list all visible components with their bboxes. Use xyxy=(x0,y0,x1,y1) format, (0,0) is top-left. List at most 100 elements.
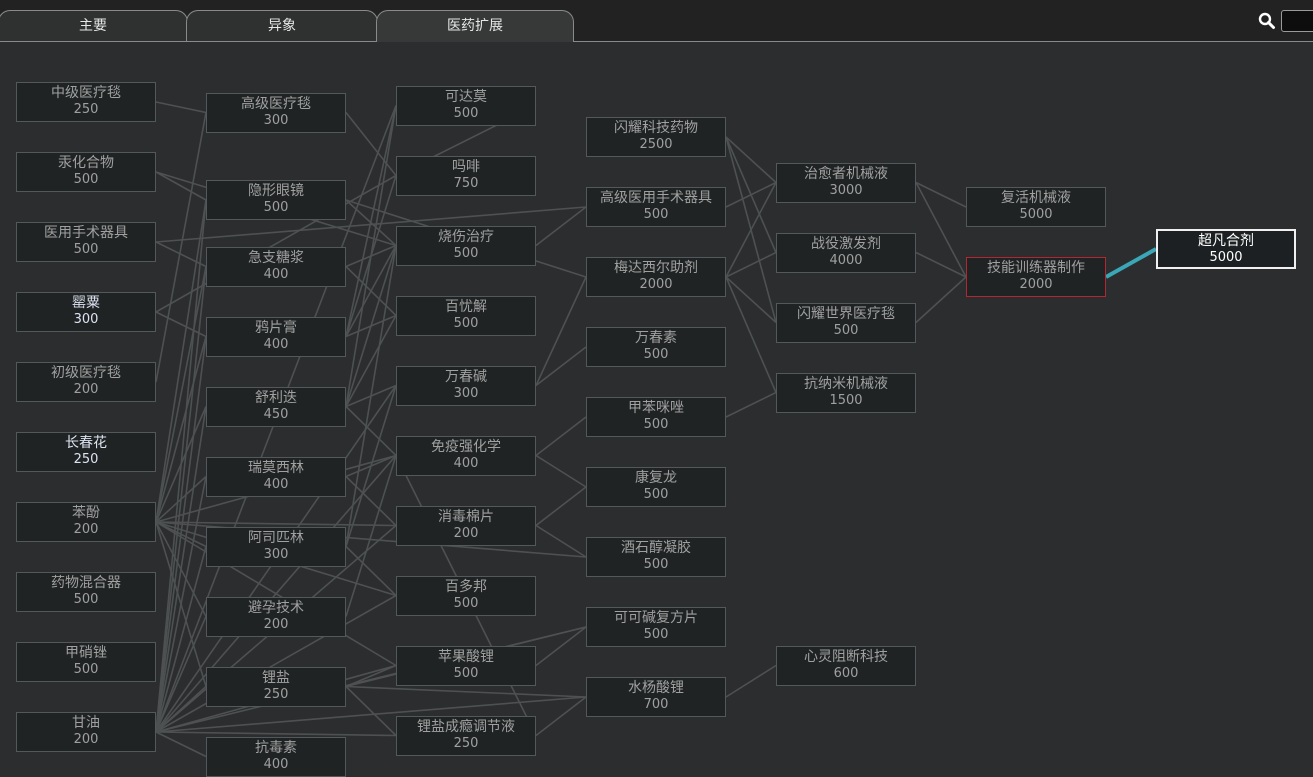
research-link xyxy=(535,206,587,247)
research-link xyxy=(155,101,207,114)
research-link xyxy=(725,664,777,698)
research-link xyxy=(535,276,587,386)
research-node-remdesivir[interactable]: 瑞莫西林 400 xyxy=(206,456,346,497)
research-name: 甘油 xyxy=(72,715,100,731)
research-cost: 400 xyxy=(263,476,289,492)
research-node-lithium[interactable]: 锂盐 250 xyxy=(206,666,346,707)
research-node-psychic[interactable]: 心灵阻断科技 600 xyxy=(776,645,916,686)
research-link xyxy=(345,245,397,407)
research-node-sertraline[interactable]: 舒利迭 450 xyxy=(206,386,346,427)
research-node-periwinkle[interactable]: 长春花 250 xyxy=(16,432,156,472)
research-cost: 200 xyxy=(453,525,479,541)
research-name: 苹果酸锂 xyxy=(438,648,494,665)
research-cost: 500 xyxy=(73,242,99,257)
research-node-antitoxin[interactable]: 抗毒素 400 xyxy=(206,736,346,777)
research-link xyxy=(725,276,777,324)
research-node-syrup[interactable]: 急支糖浆 400 xyxy=(206,246,346,287)
research-node-vincamine[interactable]: 万春素 500 xyxy=(586,327,726,367)
research-node-resurrect[interactable]: 复活机械液 5000 xyxy=(966,187,1106,227)
research-cost: 200 xyxy=(73,522,99,537)
research-node-mid_blanket[interactable]: 中级医疗毯 250 xyxy=(16,82,156,122)
research-node-war_stim[interactable]: 战役激发剂 4000 xyxy=(776,232,916,273)
research-node-gel[interactable]: 酒石醇凝胶 500 xyxy=(586,537,726,577)
research-node-super[interactable]: 超凡合剂 5000 xyxy=(1156,229,1296,269)
research-cost: 400 xyxy=(453,455,479,471)
research-node-salicylate[interactable]: 水杨酸锂 700 xyxy=(586,677,726,717)
research-node-adv_blanket[interactable]: 高级医疗毯 300 xyxy=(206,92,346,133)
research-cost: 500 xyxy=(453,105,479,121)
research-node-basic_blanket[interactable]: 初级医疗毯 200 xyxy=(16,362,156,402)
research-node-immune[interactable]: 免疫强化学 400 xyxy=(396,435,536,476)
research-cost: 500 xyxy=(73,172,99,187)
research-name: 水杨酸锂 xyxy=(628,680,684,696)
research-name: 烧伤治疗 xyxy=(438,228,494,245)
research-node-bactroban[interactable]: 百多邦 500 xyxy=(396,575,536,616)
research-name: 吗啡 xyxy=(452,158,480,175)
research-node-lens[interactable]: 隐形眼镜 500 xyxy=(206,180,346,220)
research-node-codeine[interactable]: 可达莫 500 xyxy=(396,85,536,126)
research-node-adv_surgical[interactable]: 高级医用手术器具 500 xyxy=(586,187,726,227)
search-input[interactable] xyxy=(1281,10,1313,32)
research-name: 战役激发剂 xyxy=(811,235,881,252)
research-node-lithium_reg[interactable]: 锂盐成瘾调节液 250 xyxy=(396,715,536,756)
research-cost: 400 xyxy=(263,336,289,352)
research-node-phenol[interactable]: 苯酚 200 xyxy=(16,502,156,542)
tab-anomaly[interactable]: 异象 xyxy=(186,10,378,41)
research-node-recovery[interactable]: 康复龙 500 xyxy=(586,467,726,507)
research-node-aspirin[interactable]: 阿司匹林 300 xyxy=(206,526,346,567)
research-node-glitter_med[interactable]: 闪耀科技药物 2500 xyxy=(586,117,726,157)
research-node-mebendazole[interactable]: 甲苯咪唑 500 xyxy=(586,397,726,437)
research-cost: 600 xyxy=(833,665,859,681)
research-node-nitrate[interactable]: 甲硝锉 500 xyxy=(16,642,156,682)
search-icon[interactable] xyxy=(1257,11,1277,31)
research-node-morphine[interactable]: 吗啡 750 xyxy=(396,155,536,196)
research-node-burn[interactable]: 烧伤治疗 500 xyxy=(396,225,536,266)
research-cost: 3000 xyxy=(829,182,863,198)
research-node-glitter_blanket[interactable]: 闪耀世界医疗毯 500 xyxy=(776,302,916,343)
research-link xyxy=(725,136,777,184)
research-node-opium[interactable]: 鸦片膏 400 xyxy=(206,316,346,357)
research-name: 可达莫 xyxy=(445,88,487,105)
research-name: 苯酚 xyxy=(72,505,100,521)
research-node-poppy[interactable]: 罂粟 300 xyxy=(16,292,156,332)
research-node-mercury[interactable]: 汞化合物 500 xyxy=(16,152,156,192)
research-cost: 500 xyxy=(453,595,479,611)
research-node-mixer[interactable]: 药物混合器 500 xyxy=(16,572,156,612)
research-link xyxy=(155,199,207,733)
research-cost: 700 xyxy=(643,697,669,712)
research-link xyxy=(345,455,397,617)
research-link xyxy=(345,244,397,268)
research-name: 甲硝锉 xyxy=(65,645,107,661)
research-node-disinfect[interactable]: 消毒棉片 200 xyxy=(396,505,536,546)
research-node-surgical[interactable]: 医用手术器具 500 xyxy=(16,222,156,262)
research-cost: 300 xyxy=(263,112,289,128)
research-name: 瑞莫西林 xyxy=(248,459,304,476)
research-cost: 500 xyxy=(643,347,669,362)
research-node-contra[interactable]: 避孕技术 200 xyxy=(206,596,346,637)
research-node-vinca[interactable]: 万春碱 300 xyxy=(396,365,536,406)
research-cost: 200 xyxy=(263,616,289,632)
research-name: 酒石醇凝胶 xyxy=(621,540,691,556)
research-node-trainer[interactable]: 技能训练器制作 2000 xyxy=(966,257,1106,297)
research-node-medasol[interactable]: 梅达西尔助剂 2000 xyxy=(586,257,726,297)
research-link xyxy=(345,685,397,737)
tab-main[interactable]: 主要 xyxy=(0,10,188,41)
research-node-prozac[interactable]: 百忧解 500 xyxy=(396,295,536,336)
research-link xyxy=(725,181,777,208)
research-node-cocoa[interactable]: 可可碱复方片 500 xyxy=(586,607,726,647)
research-link xyxy=(345,685,587,698)
research-name: 治愈者机械液 xyxy=(804,165,888,182)
research-node-healer[interactable]: 治愈者机械液 3000 xyxy=(776,162,916,203)
research-node-malate[interactable]: 苹果酸锂 500 xyxy=(396,645,536,686)
tab-medicine-expansion[interactable]: 医药扩展 xyxy=(376,10,574,42)
research-name: 免疫强化学 xyxy=(431,438,501,455)
research-link xyxy=(155,171,207,201)
research-node-glycerin[interactable]: 甘油 200 xyxy=(16,712,156,752)
research-node-nanite[interactable]: 抗纳米机械液 1500 xyxy=(776,372,916,413)
research-tree-canvas[interactable]: 中级医疗毯 250 汞化合物 500 医用手术器具 500 罂粟 300 初级医疗毯 200 长春花… xyxy=(0,42,1313,777)
research-cost: 250 xyxy=(453,735,479,751)
research-name: 中级医疗毯 xyxy=(51,85,121,101)
research-cost: 200 xyxy=(73,732,99,747)
research-link xyxy=(725,391,777,418)
research-name: 百多邦 xyxy=(445,578,487,595)
